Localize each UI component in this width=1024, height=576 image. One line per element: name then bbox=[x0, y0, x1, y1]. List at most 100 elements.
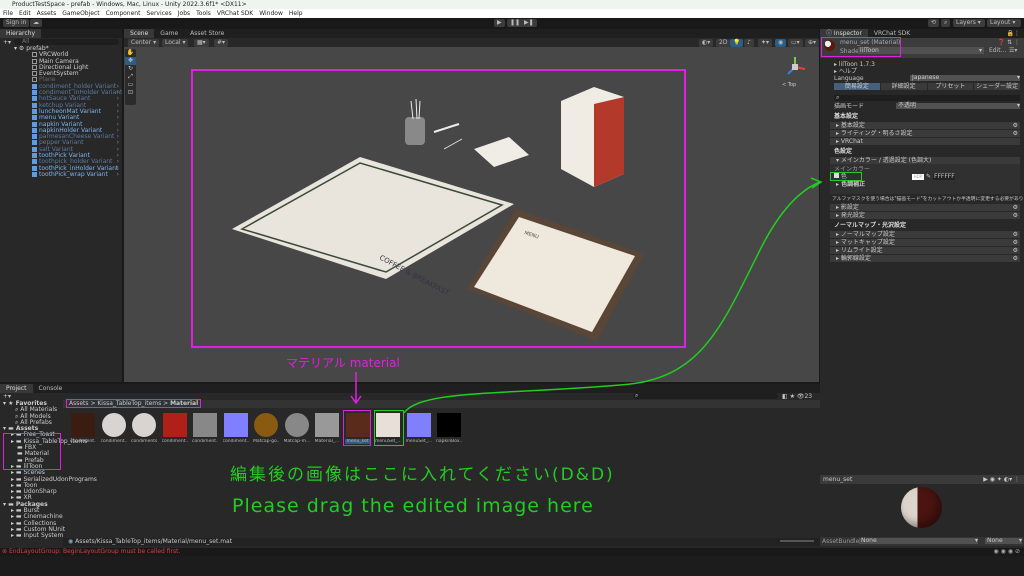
preview-controls-icons[interactable]: ▶ ◉ ✦ ◐▾ ⋮ bbox=[983, 476, 1020, 483]
normal-setting-foldout[interactable]: ▸ マットキャップ設定 ⚙ bbox=[830, 239, 1020, 246]
basic-setting-foldout[interactable]: ▸ ライティング・明るさ設定 ⚙ bbox=[830, 130, 1020, 137]
gear-icon[interactable]: ⚙ bbox=[1013, 255, 1018, 262]
gear-icon[interactable]: ⚙ bbox=[1013, 231, 1018, 238]
asset-item[interactable]: condiment... bbox=[192, 413, 218, 444]
basic-setting-foldout[interactable]: ▸ 基本設定 ⚙ bbox=[830, 122, 1020, 129]
prefab-icon bbox=[32, 140, 37, 146]
menu-tools[interactable]: Tools bbox=[196, 9, 211, 18]
tab-console[interactable]: Console bbox=[33, 384, 69, 393]
layout-dropdown[interactable]: Layout ▾ bbox=[987, 19, 1021, 27]
asset-item[interactable]: menuSet_... bbox=[406, 413, 432, 444]
main-toolbar: Sign in ☁ ▶ ❚❚ ▶❚ ⟲ ⌕ Layers ▾ Layout ▾ bbox=[0, 18, 1024, 28]
chevron-right-icon[interactable]: › bbox=[117, 171, 119, 178]
prefab-icon bbox=[32, 96, 37, 102]
menu-jobs[interactable]: Jobs bbox=[178, 9, 190, 18]
icon-size-slider[interactable] bbox=[780, 540, 814, 542]
breadcrumb-kissa[interactable]: Kissa_TableTop_items bbox=[97, 400, 161, 407]
add-icon[interactable]: +▾ bbox=[3, 39, 11, 46]
gear-icon[interactable]: ⚙ bbox=[1013, 204, 1018, 211]
gear-icon[interactable]: ⚙ bbox=[1013, 122, 1018, 129]
tab-project[interactable]: Project bbox=[0, 384, 33, 393]
mode-tab-preset[interactable]: プリセット bbox=[927, 83, 974, 90]
hex-input[interactable]: FFFFFF bbox=[933, 174, 955, 180]
menu-services[interactable]: Services bbox=[146, 9, 171, 18]
menu-help[interactable]: Help bbox=[289, 9, 303, 18]
menu-vrchat-sdk[interactable]: VRChat SDK bbox=[217, 9, 253, 18]
main-color-foldout[interactable]: ▾ メインカラー / 透過設定 (色調大) bbox=[830, 157, 1020, 164]
mode-tab-simple[interactable]: 簡易設定 bbox=[834, 83, 880, 90]
alpha-note: アルファマスクを使う場合は"描画モード"をカットアウトか半透明に変更する必要があ… bbox=[832, 197, 1024, 202]
asset-item[interactable]: condiment... bbox=[101, 413, 127, 444]
material-preview-sphere[interactable] bbox=[901, 487, 942, 528]
breadcrumb-assets[interactable]: Assets bbox=[69, 400, 89, 407]
selected-path: Assets/Kissa_TableTop_items/Material/men… bbox=[75, 538, 233, 545]
eyedropper-icon[interactable]: ✎ bbox=[926, 173, 931, 181]
asset-item[interactable]: napkinBox... bbox=[436, 413, 462, 444]
gear-icon[interactable]: ⚙ bbox=[1013, 247, 1018, 254]
asset-item[interactable]: Matcap-go... bbox=[253, 413, 279, 444]
gameobject-icon bbox=[32, 71, 37, 77]
create-icon[interactable]: +▾ bbox=[3, 393, 11, 400]
assetbundle-value: None bbox=[861, 537, 877, 544]
normal-setting-foldout[interactable]: ▸ 輪郭線設定 ⚙ bbox=[830, 255, 1020, 262]
language-dropdown[interactable]: Japanese ▾ bbox=[910, 75, 1020, 81]
prefab-icon bbox=[32, 153, 37, 159]
history-icon[interactable]: ⟲ bbox=[928, 19, 940, 27]
menu-gameobject[interactable]: GameObject bbox=[62, 9, 99, 18]
play-button[interactable]: ▶ bbox=[494, 19, 505, 27]
color-setting-foldout[interactable]: ▸ 発光設定 ⚙ bbox=[830, 212, 1020, 219]
project-search-input[interactable]: ⌕ bbox=[633, 393, 778, 399]
gear-icon[interactable]: ⚙ bbox=[1013, 239, 1018, 246]
menu-assets[interactable]: Assets bbox=[37, 9, 57, 18]
selected-path-bar: ◉ Assets/Kissa_TableTop_items/Material/m… bbox=[63, 538, 820, 546]
shader-menu-icon[interactable]: ☰▾ bbox=[1006, 47, 1021, 54]
assetbundle-dropdown[interactable]: None ▾ bbox=[859, 538, 978, 544]
layers-dropdown[interactable]: Layers ▾ bbox=[953, 19, 985, 27]
hierarchy-item[interactable]: toothPick_wrap Variant › bbox=[0, 171, 122, 178]
render-mode-label: 描画モード bbox=[834, 103, 865, 110]
inspector-search-input[interactable]: ⌕ bbox=[834, 95, 1020, 101]
menu-file[interactable]: File bbox=[3, 9, 13, 18]
color-setting-foldout[interactable]: ▸ 影設定 ⚙ bbox=[830, 204, 1020, 211]
menu-component[interactable]: Component bbox=[106, 9, 141, 18]
asset-item[interactable]: condiment... bbox=[70, 413, 96, 444]
version-foldout[interactable]: ▸ lilToon 1.7.3 bbox=[820, 61, 1024, 68]
asset-thumbnail bbox=[406, 413, 431, 437]
asset-item[interactable]: condiments bbox=[131, 413, 157, 444]
breadcrumb-material[interactable]: Material bbox=[170, 400, 198, 407]
gear-icon[interactable]: ⚙ bbox=[1013, 130, 1018, 137]
tab-hierarchy[interactable]: Hierarchy bbox=[0, 29, 42, 38]
sign-in-button[interactable]: Sign in bbox=[3, 19, 30, 27]
status-icons[interactable]: ◉ ◉ ◉ ⊘ bbox=[994, 548, 1020, 556]
lock-icon[interactable]: 🔒⋮ bbox=[1007, 29, 1024, 38]
asset-item[interactable]: Material_... bbox=[314, 413, 340, 444]
material-settings-icons[interactable]: ❓ ⇅ ⋮ bbox=[998, 39, 1020, 46]
asset-item[interactable]: condiment... bbox=[162, 413, 188, 444]
asset-label: condiment... bbox=[100, 439, 127, 444]
variant-dropdown[interactable]: None ▾ bbox=[985, 538, 1022, 544]
gear-icon[interactable]: ⚙ bbox=[1013, 212, 1018, 219]
basic-setting-foldout[interactable]: ▸ VRChat bbox=[830, 138, 1020, 145]
preview-name: menu_set bbox=[823, 476, 853, 483]
mode-tab-advanced[interactable]: 詳細設定 bbox=[880, 83, 927, 90]
step-button[interactable]: ▶❚ bbox=[521, 19, 537, 27]
tree-package[interactable]: ▸ ▬ Input System bbox=[3, 532, 63, 539]
search-icon[interactable]: ⌕ bbox=[941, 19, 951, 27]
menu-bar: File Edit Assets GameObject Component Service… bbox=[0, 9, 1024, 18]
tone-correction-foldout[interactable]: ▸ 色調補正 bbox=[834, 181, 1020, 188]
render-mode-dropdown[interactable]: 不透明 ▾ bbox=[896, 103, 1020, 109]
color-swatch[interactable]: HDR bbox=[912, 174, 924, 180]
menu-window[interactable]: Window bbox=[259, 9, 283, 18]
mode-tab-shader[interactable]: シェーダー設定 bbox=[974, 83, 1020, 90]
cloud-icon[interactable]: ☁ bbox=[30, 19, 42, 27]
project-view-icons[interactable]: ◧ ★ 👁23 bbox=[782, 393, 812, 400]
normal-setting-foldout[interactable]: ▸ ノーマルマップ設定 ⚙ bbox=[830, 231, 1020, 238]
asset-label: condiment... bbox=[70, 439, 96, 444]
menu-edit[interactable]: Edit bbox=[19, 9, 31, 18]
asset-item[interactable]: Matcap-m... bbox=[284, 413, 310, 444]
normal-setting-foldout[interactable]: ▸ リムライト設定 ⚙ bbox=[830, 247, 1020, 254]
asset-item[interactable]: condiment... bbox=[223, 413, 249, 444]
basic-setting-label: 基本設定 bbox=[840, 122, 865, 129]
annotation-highlight-scene bbox=[191, 69, 686, 348]
status-bar[interactable]: ⊗ EndLayoutGroup: BeginLayoutGroup must … bbox=[0, 548, 1024, 556]
